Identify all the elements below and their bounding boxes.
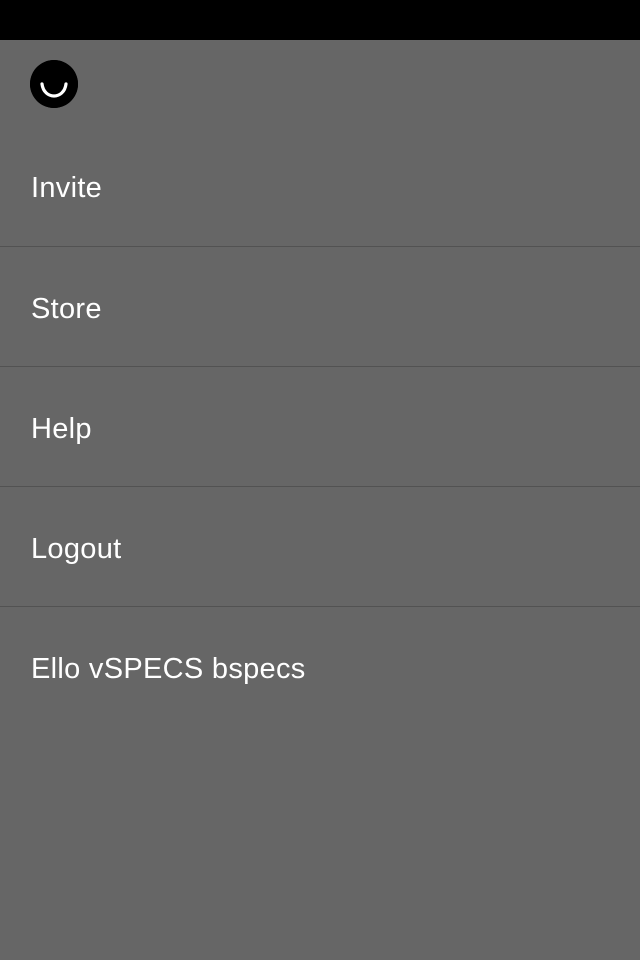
app-version-row: Ello vSPECS bspecs bbox=[0, 606, 640, 726]
menu-item-logout[interactable]: Logout bbox=[0, 486, 640, 606]
menu-item-label: Store bbox=[31, 293, 102, 325]
menu-item-store[interactable]: Store bbox=[0, 246, 640, 366]
menu-list: Invite Store Help Logout Ello vSPECS bsp… bbox=[0, 126, 640, 726]
menu-item-help[interactable]: Help bbox=[0, 366, 640, 486]
app-version-label: Ello vSPECS bspecs bbox=[31, 653, 306, 685]
menu-item-label: Help bbox=[31, 413, 92, 445]
menu-item-invite[interactable]: Invite bbox=[0, 126, 640, 246]
side-menu: Invite Store Help Logout Ello vSPECS bsp… bbox=[0, 40, 640, 960]
ello-smile-icon bbox=[30, 60, 78, 108]
menu-item-label: Logout bbox=[31, 533, 122, 565]
ello-logo-button[interactable] bbox=[30, 60, 78, 108]
menu-item-label: Invite bbox=[31, 172, 103, 204]
status-bar bbox=[0, 0, 640, 40]
